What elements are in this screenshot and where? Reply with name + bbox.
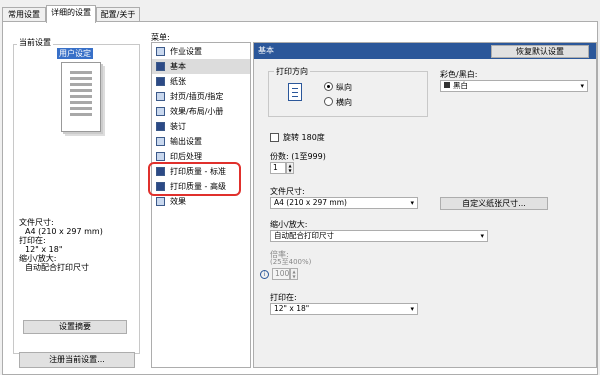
print-on-select[interactable]: 12" x 18" ▾ — [270, 303, 418, 315]
tab-common-settings[interactable]: 常用设置 — [2, 7, 46, 22]
summary-paper-size-label: 文件尺寸: — [19, 218, 54, 227]
effects-icon — [156, 197, 165, 206]
info-icon: i — [260, 270, 269, 279]
menu-item-basic[interactable]: 基本 — [152, 59, 250, 74]
tab-config-about[interactable]: 配置/关于 — [96, 7, 140, 22]
color-mode-select[interactable]: 黑白 ▾ — [440, 80, 588, 92]
register-current-settings-button[interactable]: 注册当前设置... — [19, 352, 135, 368]
menu-item-effects[interactable]: 效果 — [152, 194, 250, 209]
layout-icon — [156, 107, 165, 116]
page-preview-icon — [61, 62, 101, 132]
menu-item-paper[interactable]: 纸张 — [152, 74, 250, 89]
restore-defaults-button[interactable]: 恢复默认设置 — [491, 45, 589, 58]
job-settings-icon — [156, 47, 165, 56]
paper-size-label: 文件尺寸: — [270, 187, 305, 196]
chevron-down-icon: ▾ — [480, 232, 484, 240]
orientation-label: 打印方向 — [274, 66, 310, 77]
paper-size-select[interactable]: A4 (210 x 297 mm) ▾ — [270, 197, 418, 209]
ratio-hint: (25至400%) — [270, 258, 312, 266]
portrait-radio[interactable] — [324, 82, 333, 91]
chevron-down-icon: ▾ — [410, 199, 414, 207]
menu-item-output[interactable]: 输出设置 — [152, 134, 250, 149]
scale-label: 缩小/放大: — [270, 220, 308, 229]
rotate-180-label: 旋转 180度 — [283, 133, 325, 142]
menu-item-job-settings[interactable]: 作业设置 — [152, 44, 250, 59]
cover-icon — [156, 92, 165, 101]
preview-badge: 用户设定 — [57, 48, 93, 59]
tab-content: 当前设置 用户设定 文件尺寸: A4 (210 x 297 mm) 打印在: 1… — [2, 21, 598, 375]
color-mode-label: 彩色/黑白: — [440, 70, 478, 79]
print-on-label: 打印在: — [270, 293, 297, 302]
menu-item-binding[interactable]: 装订 — [152, 119, 250, 134]
summary-scale-value: 自动配合打印尺寸 — [25, 263, 89, 272]
binding-icon — [156, 122, 165, 131]
chevron-down-icon: ▾ — [580, 82, 584, 90]
summary-scale-label: 缩小/放大: — [19, 254, 57, 263]
basic-settings-panel: 基本 恢复默认设置 打印方向 纵向 横向 彩色/黑白: 黑白 ▾ 旋转 180度 … — [253, 42, 597, 368]
summary-print-on-label: 打印在: — [19, 236, 46, 245]
ratio-input[interactable]: 100 ▲ ▼ — [272, 268, 298, 280]
bw-color-icon — [444, 82, 450, 88]
copies-input[interactable]: 1 ▲ ▼ — [270, 162, 294, 174]
portrait-label: 纵向 — [336, 83, 352, 92]
output-icon — [156, 137, 165, 146]
current-settings-title: 当前设置 — [17, 38, 53, 48]
summary-paper-size-value: A4 (210 x 297 mm) — [25, 227, 103, 236]
menu-item-cover[interactable]: 封页/插页/指定 — [152, 89, 250, 104]
menu-list: 作业设置 基本 纸张 封页/插页/指定 效果/布局/小册 装订 输出设置 印后处… — [151, 42, 251, 368]
copies-spinner[interactable]: ▲ ▼ — [286, 162, 294, 174]
settings-summary-button[interactable]: 设置摘要 — [23, 320, 127, 334]
copies-label: 份数: (1至999) — [270, 152, 326, 161]
finishing-icon — [156, 152, 165, 161]
summary-print-on-value: 12" x 18" — [25, 245, 63, 254]
basic-icon — [156, 62, 165, 71]
portrait-document-icon — [288, 83, 302, 101]
settings-summary-text: 文件尺寸: A4 (210 x 297 mm) 打印在: 12" x 18" 缩… — [19, 218, 103, 272]
landscape-radio[interactable] — [324, 97, 333, 106]
paper-icon — [156, 77, 165, 86]
tab-detailed-settings[interactable]: 详细的设置 — [46, 5, 96, 23]
menu-item-layout[interactable]: 效果/布局/小册 — [152, 104, 250, 119]
quality-items-highlight — [148, 162, 241, 196]
chevron-down-icon: ▾ — [410, 305, 414, 313]
rotate-180-checkbox[interactable] — [270, 133, 279, 142]
custom-paper-size-button[interactable]: 自定义纸张尺寸... — [440, 197, 548, 210]
ratio-spinner[interactable]: ▲ ▼ — [290, 268, 298, 280]
scale-select[interactable]: 自动配合打印尺寸 ▾ — [270, 230, 488, 242]
landscape-label: 横向 — [336, 98, 352, 107]
